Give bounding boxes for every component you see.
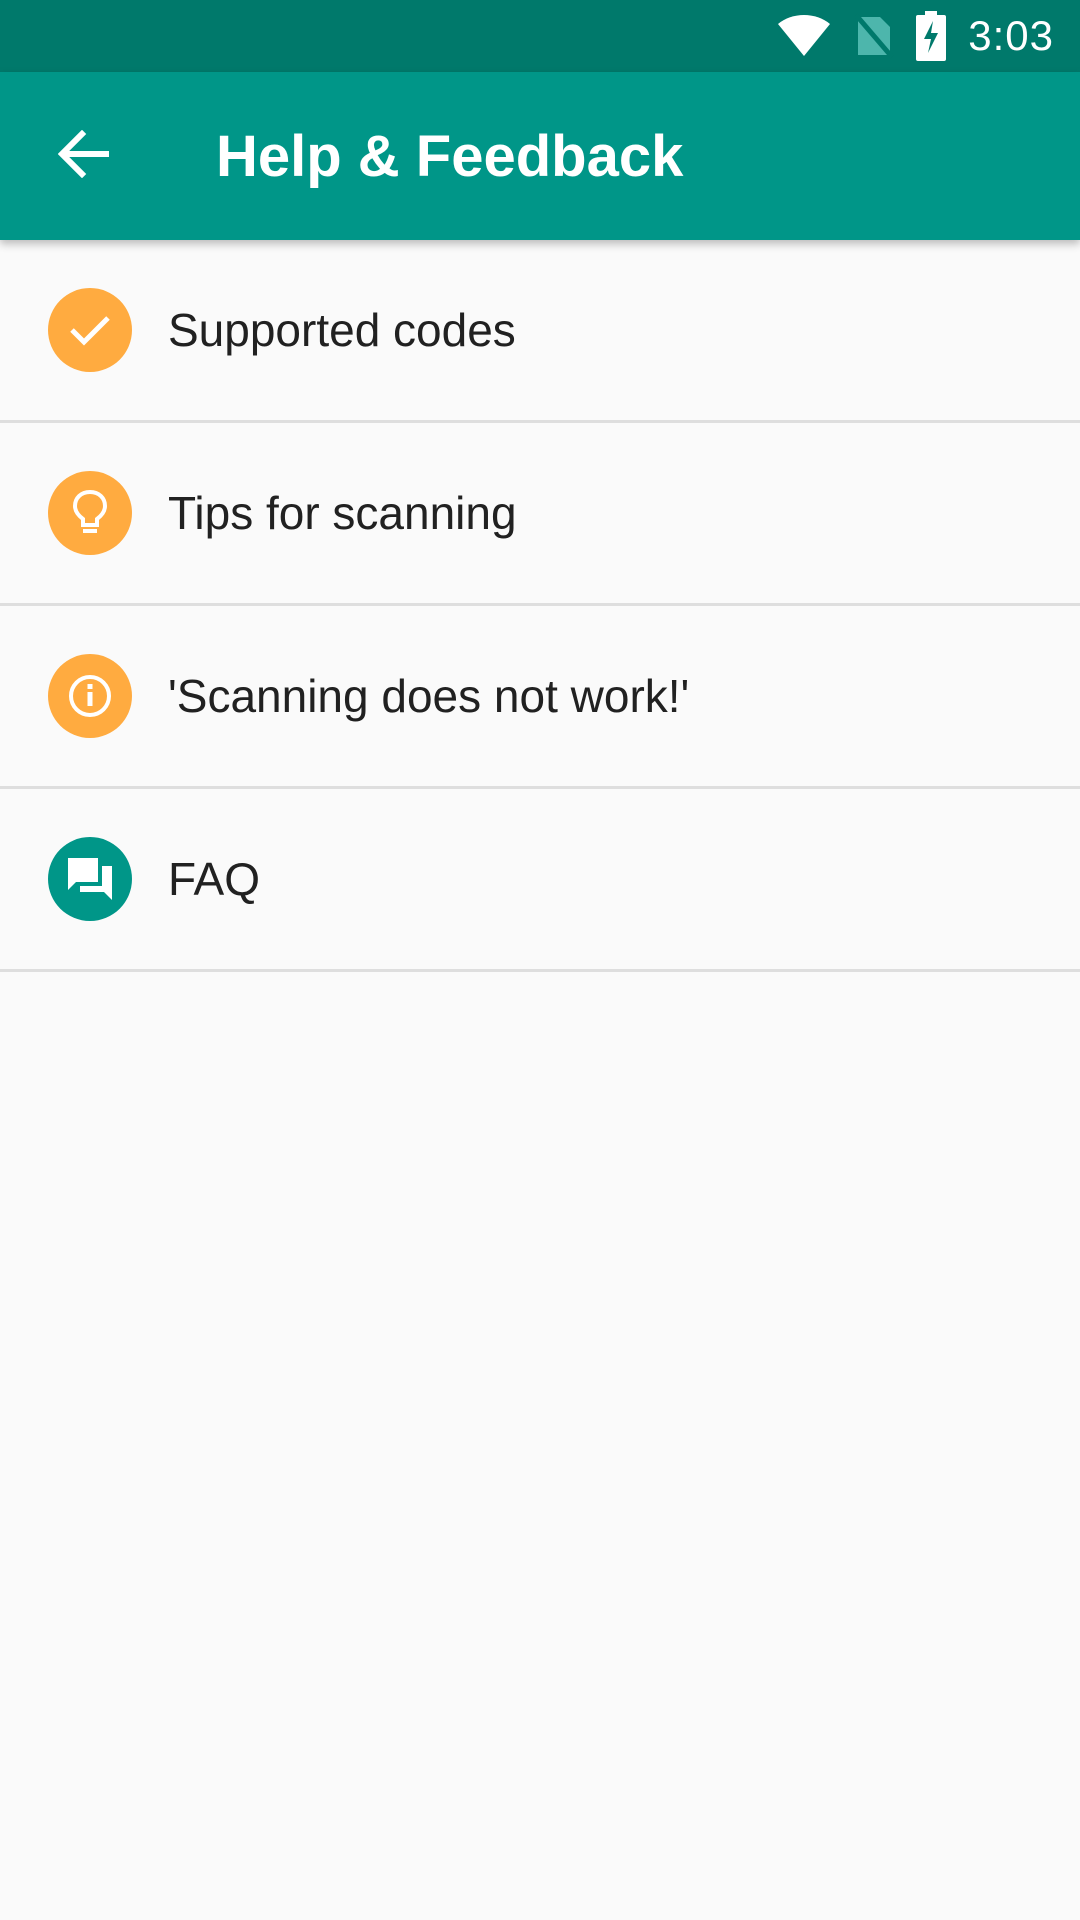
status-time: 3:03 bbox=[968, 12, 1054, 59]
forum-icon bbox=[48, 837, 132, 921]
info-icon bbox=[48, 654, 132, 738]
menu-item-label: FAQ bbox=[168, 853, 261, 905]
menu-item-label: 'Scanning does not work!' bbox=[168, 670, 690, 722]
menu-item-label: Tips for scanning bbox=[168, 487, 517, 539]
back-button[interactable] bbox=[0, 72, 168, 240]
wifi-icon bbox=[776, 14, 832, 58]
help-menu-list: Supported codes Tips for scanning 'Scann… bbox=[0, 240, 1080, 972]
menu-item-faq[interactable]: FAQ bbox=[0, 789, 1080, 972]
menu-item-label: Supported codes bbox=[168, 304, 516, 356]
page-title: Help & Feedback bbox=[216, 123, 684, 189]
menu-item-supported-codes[interactable]: Supported codes bbox=[0, 240, 1080, 423]
battery-charging-icon bbox=[916, 11, 947, 61]
arrow-back-icon bbox=[57, 129, 110, 183]
menu-item-scanning-does-not-work[interactable]: 'Scanning does not work!' bbox=[0, 606, 1080, 789]
menu-item-tips-for-scanning[interactable]: Tips for scanning bbox=[0, 423, 1080, 606]
check-icon bbox=[48, 288, 132, 372]
app-bar: Help & Feedback bbox=[0, 72, 1080, 240]
lightbulb-icon bbox=[48, 471, 132, 555]
status-bar: 3:03 bbox=[0, 0, 1080, 72]
no-sim-icon bbox=[854, 13, 895, 59]
